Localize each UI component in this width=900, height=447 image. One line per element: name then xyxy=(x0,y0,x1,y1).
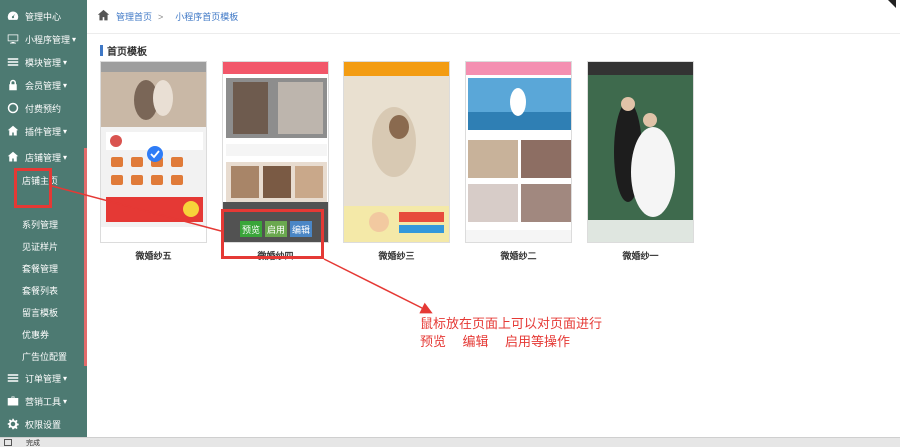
annotation-arrow-line xyxy=(51,185,222,232)
annotation-line: 预览 编辑 启用等操作 xyxy=(420,335,571,350)
annotation-text: 鼠标放在页面上可以对页面进行 预览 编辑 启用等操作 xyxy=(420,316,602,352)
annotation-arrows xyxy=(51,185,433,314)
page-icon xyxy=(4,439,12,446)
status-bar: 完成 xyxy=(0,437,900,447)
annotation-line: 鼠标放在页面上可以对页面进行 xyxy=(420,317,603,332)
annotation-arrow-line xyxy=(323,258,433,314)
status-text: 完成 xyxy=(26,439,40,447)
